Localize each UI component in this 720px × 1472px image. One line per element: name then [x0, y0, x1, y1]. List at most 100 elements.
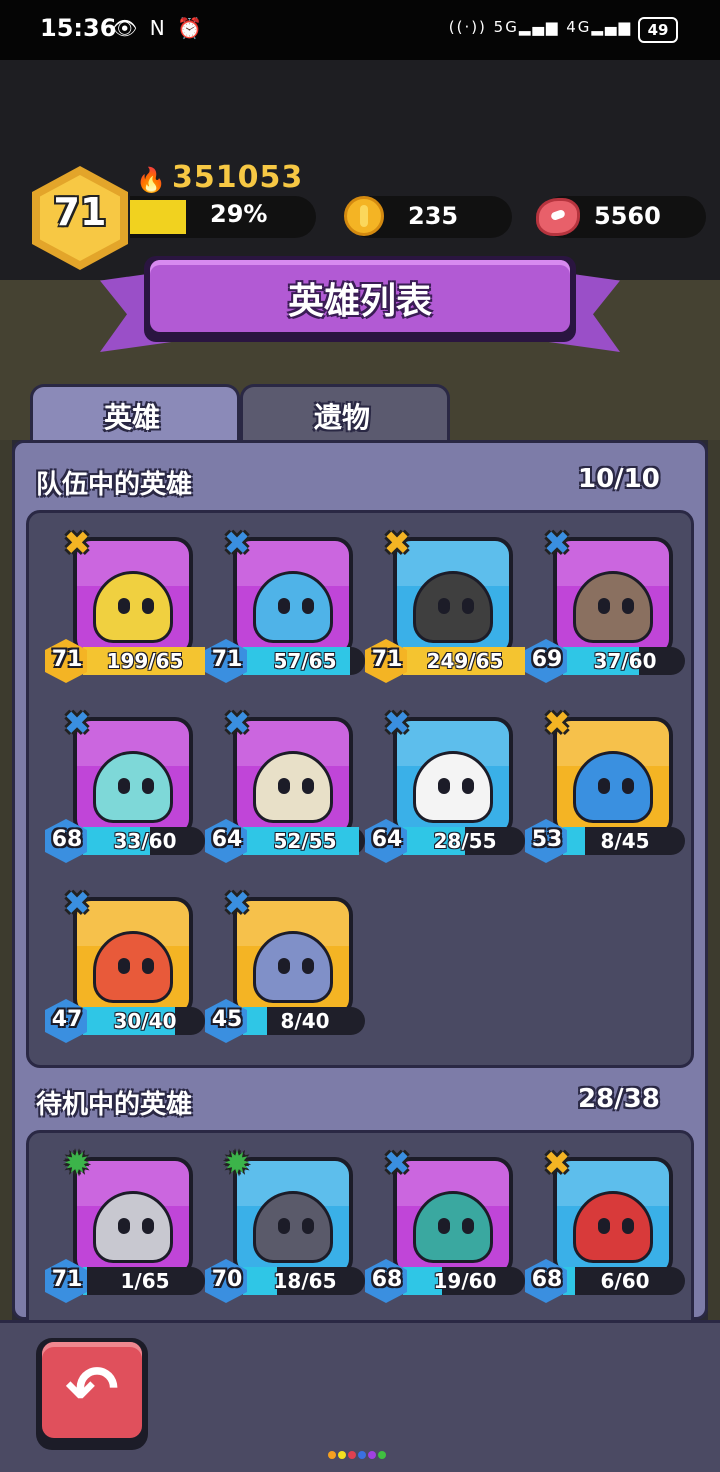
- hero-level: 71: [371, 647, 403, 672]
- hero-eye: [142, 1218, 154, 1234]
- hero-card[interactable]: ✖ 69 37/60: [525, 523, 685, 693]
- player-level: 71: [53, 190, 107, 234]
- gold-rank-emblem-icon: ✖: [543, 704, 571, 742]
- hero-face: [93, 571, 173, 643]
- status-bar: 15:36 👁 N ⏰ ((·)) 5G▂▄▆ 4G▂▄▆ 49: [0, 0, 720, 60]
- hero-eye: [118, 778, 130, 794]
- hero-eye: [598, 598, 610, 614]
- hero-card[interactable]: ✖ 64 28/55: [365, 703, 525, 873]
- hero-eye: [462, 778, 474, 794]
- hero-level: 47: [51, 1007, 83, 1032]
- hero-card[interactable]: ✖ 68 33/60: [45, 703, 205, 873]
- hero-level: 71: [211, 647, 243, 672]
- hero-card-count: 1/65: [120, 1269, 170, 1293]
- hero-level: 71: [51, 1267, 83, 1292]
- hero-face: [93, 1191, 173, 1263]
- team-hero-grid: ✖ 71 199/65 ✖ 71 57/65 ✖ 71 249/65 ✖ 69 37/60 ✖ 68 33/…: [26, 510, 694, 1068]
- hero-eye: [438, 778, 450, 794]
- exp-percent: 29%: [210, 200, 268, 228]
- hero-face: [573, 751, 653, 823]
- hero-card[interactable]: ✖ 71 199/65: [45, 523, 205, 693]
- hero-eye: [278, 778, 290, 794]
- hero-eye: [302, 598, 314, 614]
- page-dot: [358, 1451, 366, 1459]
- hero-card[interactable]: ✖ 71 57/65: [205, 523, 365, 693]
- blue-rank-emblem-icon: ✖: [223, 704, 251, 742]
- hero-eye: [622, 778, 634, 794]
- hero-card[interactable]: ✖ 53 8/45: [525, 703, 685, 873]
- blue-rank-emblem-icon: ✖: [223, 524, 251, 562]
- hero-face: [413, 1191, 493, 1263]
- page-dot: [338, 1451, 346, 1459]
- hero-eye: [278, 958, 290, 974]
- hero-eye: [142, 778, 154, 794]
- hero-face: [253, 571, 333, 643]
- hero-level: 53: [531, 827, 563, 852]
- hero-eye: [598, 1218, 610, 1234]
- back-arrow-icon: ↶: [65, 1353, 119, 1427]
- power-value: 351053: [172, 160, 304, 195]
- page-dot: [328, 1451, 336, 1459]
- flame-icon: 🔥: [136, 166, 166, 194]
- hero-eye: [622, 1218, 634, 1234]
- page-indicator: [328, 1444, 388, 1459]
- hero-eye: [462, 598, 474, 614]
- hero-card-count: 33/60: [113, 829, 177, 853]
- hero-card-count: 6/60: [600, 1269, 650, 1293]
- blue-rank-emblem-icon: ✖: [63, 704, 91, 742]
- green-rank-emblem-icon: ✹: [63, 1144, 91, 1182]
- blue-rank-emblem-icon: ✖: [63, 884, 91, 922]
- hero-level: 68: [531, 1267, 563, 1292]
- hero-eye: [118, 1218, 130, 1234]
- gold-rank-emblem-icon: ✖: [63, 524, 91, 562]
- hero-face: [573, 571, 653, 643]
- hero-card-count: 37/60: [593, 649, 657, 673]
- hero-eye: [302, 958, 314, 974]
- hero-face: [413, 751, 493, 823]
- hero-eye: [462, 1218, 474, 1234]
- meat-value: 5560: [594, 202, 661, 230]
- standby-count: 28/38: [578, 1084, 660, 1114]
- hero-card[interactable]: ✖ 45 8/40: [205, 883, 365, 1053]
- hero-card[interactable]: ✖ 68 19/60: [365, 1143, 525, 1313]
- tab-relics-label: 遗物: [313, 401, 370, 434]
- hero-card[interactable]: ✹ 70 18/65: [205, 1143, 365, 1313]
- hero-eye: [278, 1218, 290, 1234]
- exp-bar-fill: [130, 200, 187, 234]
- hero-eye: [438, 598, 450, 614]
- hero-level: 69: [531, 647, 563, 672]
- status-left-icons: 👁 N ⏰: [112, 16, 205, 40]
- hero-level: 68: [51, 827, 83, 852]
- hero-card[interactable]: ✹ 71 1/65: [45, 1143, 205, 1313]
- team-section-title: 队伍中的英雄: [36, 470, 193, 500]
- team-count: 10/10: [578, 464, 660, 494]
- coin-icon: [344, 196, 384, 236]
- page-dot: [378, 1451, 386, 1459]
- blue-rank-emblem-icon: ✖: [383, 704, 411, 742]
- hero-card[interactable]: ✖ 47 30/40: [45, 883, 205, 1053]
- hero-card-count: 8/45: [600, 829, 650, 853]
- blue-rank-emblem-icon: ✖: [383, 1144, 411, 1182]
- hero-card-count: 52/55: [273, 829, 337, 853]
- hero-level: 45: [211, 1007, 243, 1032]
- hero-level: 64: [211, 827, 243, 852]
- hero-eye: [118, 598, 130, 614]
- hero-face: [253, 931, 333, 1003]
- hero-card-count: 57/65: [273, 649, 337, 673]
- hero-eye: [438, 1218, 450, 1234]
- hero-eye: [118, 958, 130, 974]
- hero-level: 71: [51, 647, 83, 672]
- hero-card[interactable]: ✖ 68 6/60: [525, 1143, 685, 1313]
- hero-card[interactable]: ✖ 64 52/55: [205, 703, 365, 873]
- scene-edge-left: [0, 440, 12, 1320]
- coin-value: 235: [408, 202, 459, 230]
- gold-rank-emblem-icon: ✖: [543, 1144, 571, 1182]
- hero-card[interactable]: ✖ 71 249/65: [365, 523, 525, 693]
- page-dot: [348, 1451, 356, 1459]
- hero-eye: [142, 958, 154, 974]
- hero-card-count: 199/65: [106, 649, 184, 673]
- hero-level: 64: [371, 827, 403, 852]
- hero-eye: [302, 778, 314, 794]
- hero-card-count: 8/40: [280, 1009, 330, 1033]
- hero-card-count: 18/65: [273, 1269, 337, 1293]
